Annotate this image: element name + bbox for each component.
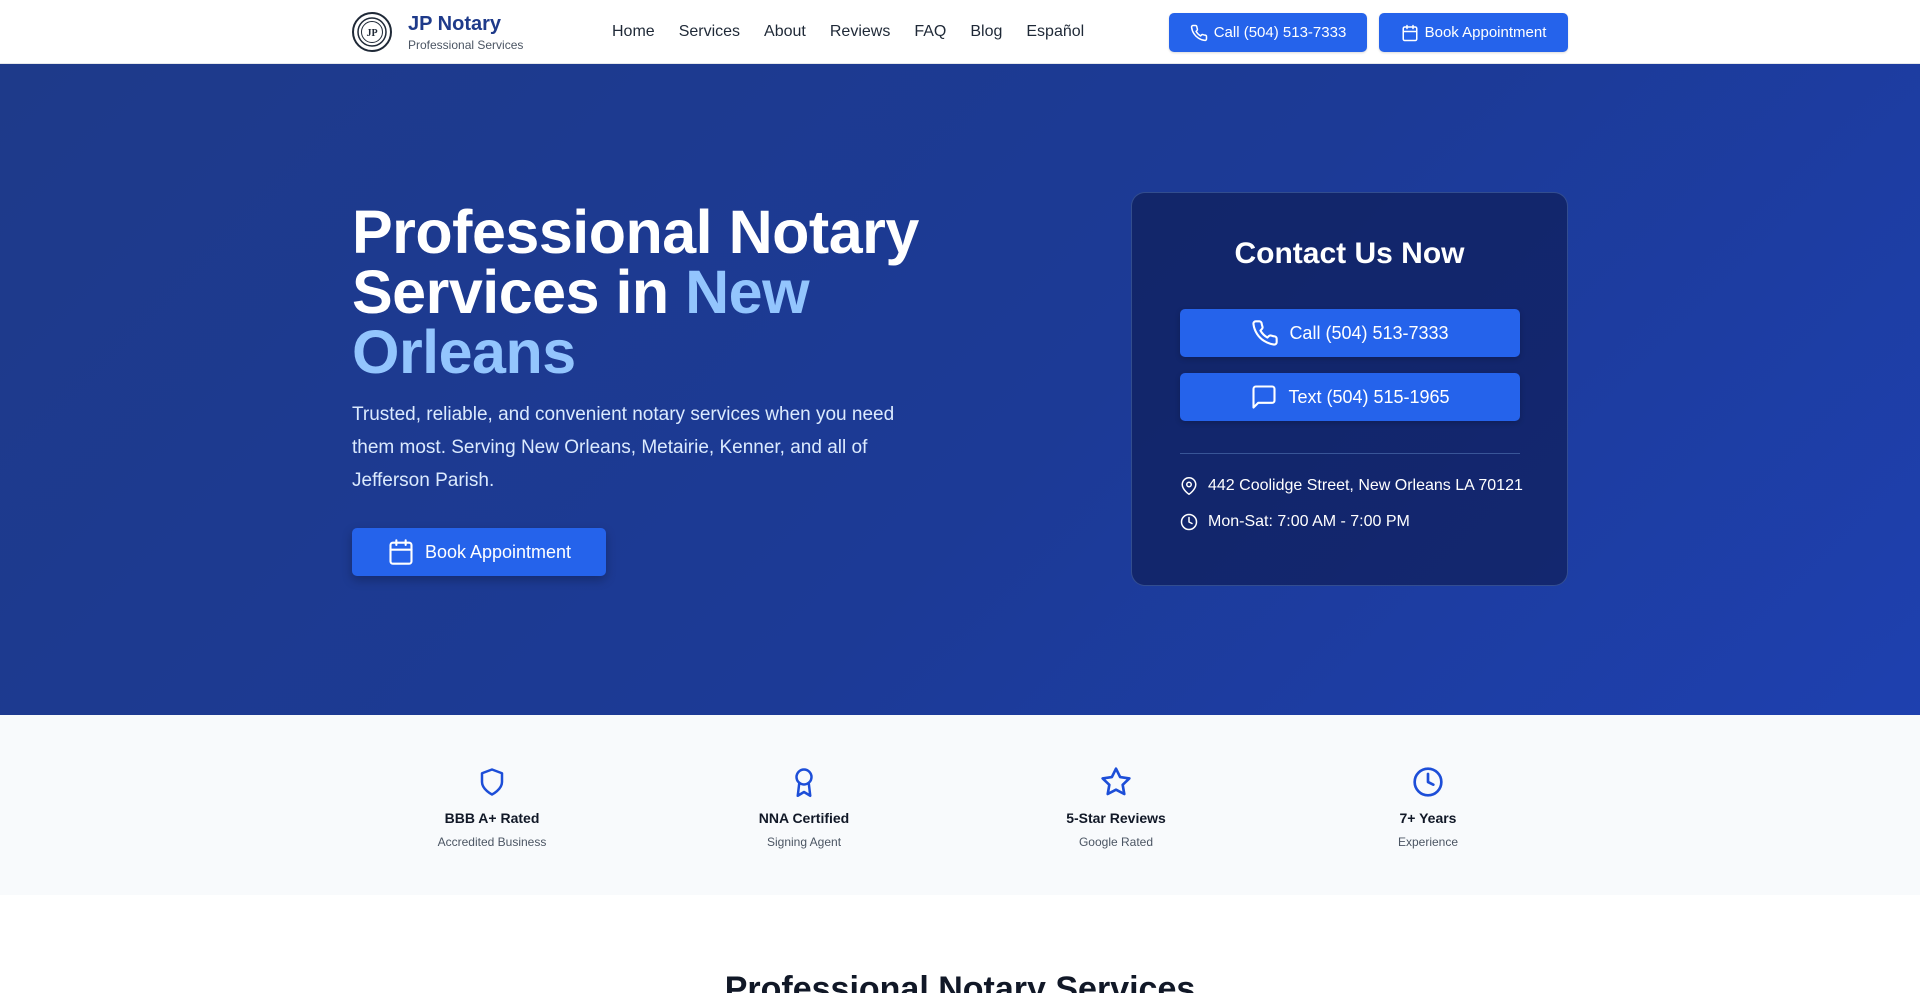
hero-book-label: Book Appointment bbox=[424, 541, 572, 562]
map-pin-icon bbox=[1181, 477, 1197, 495]
star-icon bbox=[1101, 767, 1131, 796]
trust-subtitle: Signing Agent bbox=[766, 835, 842, 849]
trust-item-reviews: 5-Star Reviews Google Rated bbox=[1016, 765, 1216, 849]
phone-icon bbox=[1190, 24, 1207, 41]
contact-address: 442 Coolidge Street, New Orleans LA 7012… bbox=[1180, 477, 1523, 495]
trust-title: NNA Certified bbox=[758, 810, 850, 826]
trust-strip: BBB A+ Rated Accredited Business NNA Cer… bbox=[0, 715, 1920, 895]
shield-icon bbox=[480, 768, 504, 796]
hours-text: Mon-Sat: 7:00 AM - 7:00 PM bbox=[1208, 513, 1410, 530]
contact-hours: Mon-Sat: 7:00 AM - 7:00 PM bbox=[1180, 513, 1410, 531]
address-text: 442 Coolidge Street, New Orleans LA 7012… bbox=[1208, 477, 1523, 494]
award-icon bbox=[795, 768, 813, 797]
trust-item-bbb: BBB A+ Rated Accredited Business bbox=[392, 765, 592, 849]
nav-about[interactable]: About bbox=[764, 23, 806, 41]
calendar-icon bbox=[1402, 24, 1418, 41]
clock-icon bbox=[1180, 513, 1198, 531]
nav-blog[interactable]: Blog bbox=[970, 23, 1002, 41]
nav-home[interactable]: Home bbox=[612, 23, 655, 41]
message-icon bbox=[1252, 385, 1276, 409]
contact-title: Contact Us Now bbox=[1234, 237, 1465, 270]
hero-title-line2: Services in bbox=[352, 258, 686, 326]
header-call-button[interactable]: Call (504) 513-7333 bbox=[1169, 13, 1367, 52]
site-header: JP JP Notary Professional Services Home … bbox=[0, 0, 1920, 64]
contact-call-label: Call (504) 513-7333 bbox=[1289, 322, 1449, 343]
trust-subtitle: Google Rated bbox=[1078, 835, 1154, 849]
trust-title: BBB A+ Rated bbox=[444, 810, 540, 826]
trust-subtitle: Experience bbox=[1397, 835, 1459, 849]
clock-icon bbox=[1413, 767, 1443, 797]
brand-subtitle: Professional Services bbox=[408, 37, 524, 52]
nav-services[interactable]: Services bbox=[679, 23, 740, 41]
nav-reviews[interactable]: Reviews bbox=[830, 23, 890, 41]
trust-item-nna: NNA Certified Signing Agent bbox=[704, 765, 904, 849]
trust-subtitle: Accredited Business bbox=[437, 835, 547, 849]
trust-title: 7+ Years bbox=[1399, 810, 1457, 826]
calendar-icon bbox=[389, 539, 413, 565]
contact-text-label: Text (504) 515-1965 bbox=[1288, 386, 1450, 407]
brand[interactable]: JP JP Notary Professional Services bbox=[352, 10, 523, 54]
header-call-label: Call (504) 513-7333 bbox=[1213, 24, 1347, 41]
services-section-title: Professional Notary Services bbox=[724, 970, 1196, 993]
hero-description: Trusted, reliable, and convenient notary… bbox=[352, 404, 895, 491]
contact-call-button[interactable]: Call (504) 513-7333 bbox=[1180, 309, 1520, 357]
header-book-label: Book Appointment bbox=[1424, 24, 1547, 41]
nav-espanol[interactable]: Español bbox=[1026, 23, 1084, 41]
hero-title: Professional Notary Services in New Orle… bbox=[352, 202, 972, 383]
phone-icon bbox=[1252, 320, 1279, 346]
logo-icon: JP bbox=[352, 12, 392, 52]
brand-name: JP Notary bbox=[408, 12, 502, 35]
card-divider bbox=[1180, 453, 1520, 454]
trust-item-years: 7+ Years Experience bbox=[1328, 765, 1528, 849]
header-book-button[interactable]: Book Appointment bbox=[1379, 13, 1568, 52]
main-nav: Home Services About Reviews FAQ Blog Esp… bbox=[612, 0, 1108, 63]
trust-title: 5-Star Reviews bbox=[1066, 810, 1166, 826]
contact-text-button[interactable]: Text (504) 515-1965 bbox=[1180, 373, 1520, 421]
nav-faq[interactable]: FAQ bbox=[914, 23, 946, 41]
svg-text:JP: JP bbox=[366, 28, 377, 39]
hero-book-button[interactable]: Book Appointment bbox=[352, 528, 606, 576]
contact-card: Contact Us Now Call (504) 513-7333 Text … bbox=[1131, 192, 1568, 586]
hero-section: Professional Notary Services in New Orle… bbox=[0, 64, 1920, 715]
hero-title-line1: Professional Notary bbox=[352, 198, 919, 266]
